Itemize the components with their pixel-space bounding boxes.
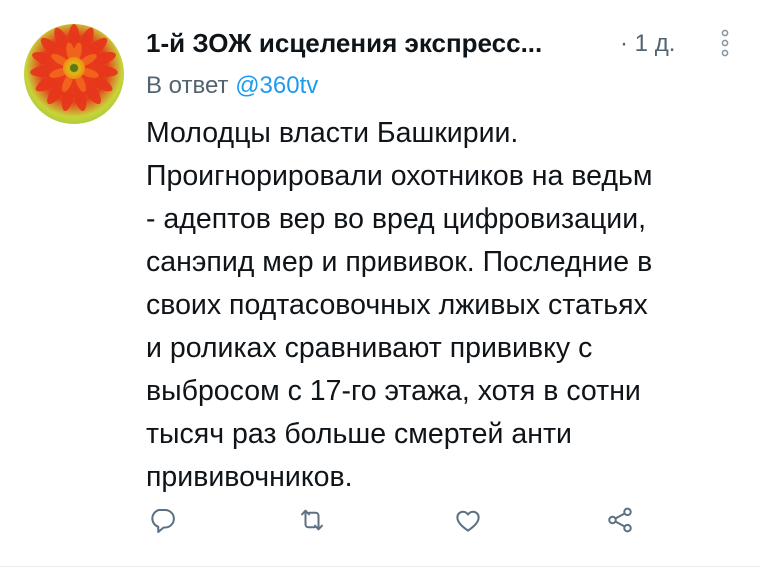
reply-button[interactable] [146, 504, 178, 536]
avatar[interactable] [24, 24, 124, 124]
like-button[interactable] [452, 504, 484, 536]
share-button[interactable] [604, 504, 636, 536]
meta-separator: · [620, 30, 628, 57]
retweet-icon [301, 509, 323, 531]
tweet-actions [146, 504, 666, 540]
heart-icon [456, 510, 480, 532]
tweet[interactable]: 1-й ЗОЖ исцеления экспресс... · 1 д. В о… [0, 0, 760, 571]
reply-prefix: В ответ [146, 72, 236, 99]
more-vertical-dots-icon[interactable] [718, 28, 732, 58]
tweet-header: 1-й ЗОЖ исцеления экспресс... · 1 д. [146, 22, 740, 62]
retweet-button[interactable] [296, 504, 328, 536]
divider [0, 566, 760, 567]
timestamp[interactable]: 1 д. [635, 30, 676, 57]
flower-avatar-image [24, 24, 124, 124]
tweet-text: Молодцы власти Башкирии. Проигнорировали… [146, 117, 653, 493]
reply-icon [151, 509, 175, 533]
reply-handle-link[interactable]: @360tv [235, 72, 318, 99]
reply-context: В ответ @360tv [146, 72, 318, 100]
share-icon [608, 507, 632, 533]
author-name[interactable]: 1-й ЗОЖ исцеления экспресс... [146, 28, 542, 59]
tweet-meta: · 1 д. [620, 30, 675, 58]
